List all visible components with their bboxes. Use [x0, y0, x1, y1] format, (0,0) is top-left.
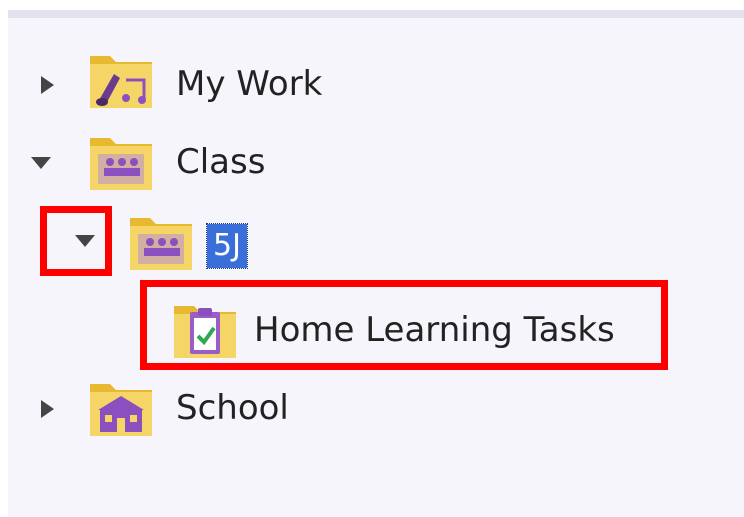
folder-class-icon	[90, 138, 152, 190]
tree-item-school[interactable]: School	[8, 378, 744, 448]
folder-tree: My Work Class 5J Home Learning Tasks Sch…	[8, 18, 744, 517]
school-building-icon	[90, 384, 152, 436]
tree-item-class[interactable]: Class	[8, 132, 744, 202]
tree-item-label: School	[176, 388, 289, 428]
chevron-right-icon	[40, 76, 54, 94]
tree-item-my-work[interactable]: My Work	[8, 50, 744, 120]
expand-toggle-school[interactable]	[34, 396, 60, 422]
folder-class-icon	[130, 218, 192, 270]
folder-music-icon	[90, 56, 152, 108]
chevron-right-icon	[40, 400, 54, 418]
highlight-box-toggle	[40, 206, 112, 276]
highlight-box-home-learning	[140, 280, 668, 370]
tree-item-label: My Work	[176, 64, 323, 104]
expand-toggle-my-work[interactable]	[34, 72, 60, 98]
collapse-toggle-class[interactable]	[28, 150, 54, 176]
folder-tree-panel: My Work Class 5J Home Learning Tasks Sch…	[8, 10, 744, 517]
tree-item-label: Class	[176, 142, 266, 182]
tree-item-label-selected: 5J	[206, 223, 248, 269]
chevron-down-icon	[31, 157, 51, 169]
tree-item-5j[interactable]: 5J	[8, 212, 744, 282]
